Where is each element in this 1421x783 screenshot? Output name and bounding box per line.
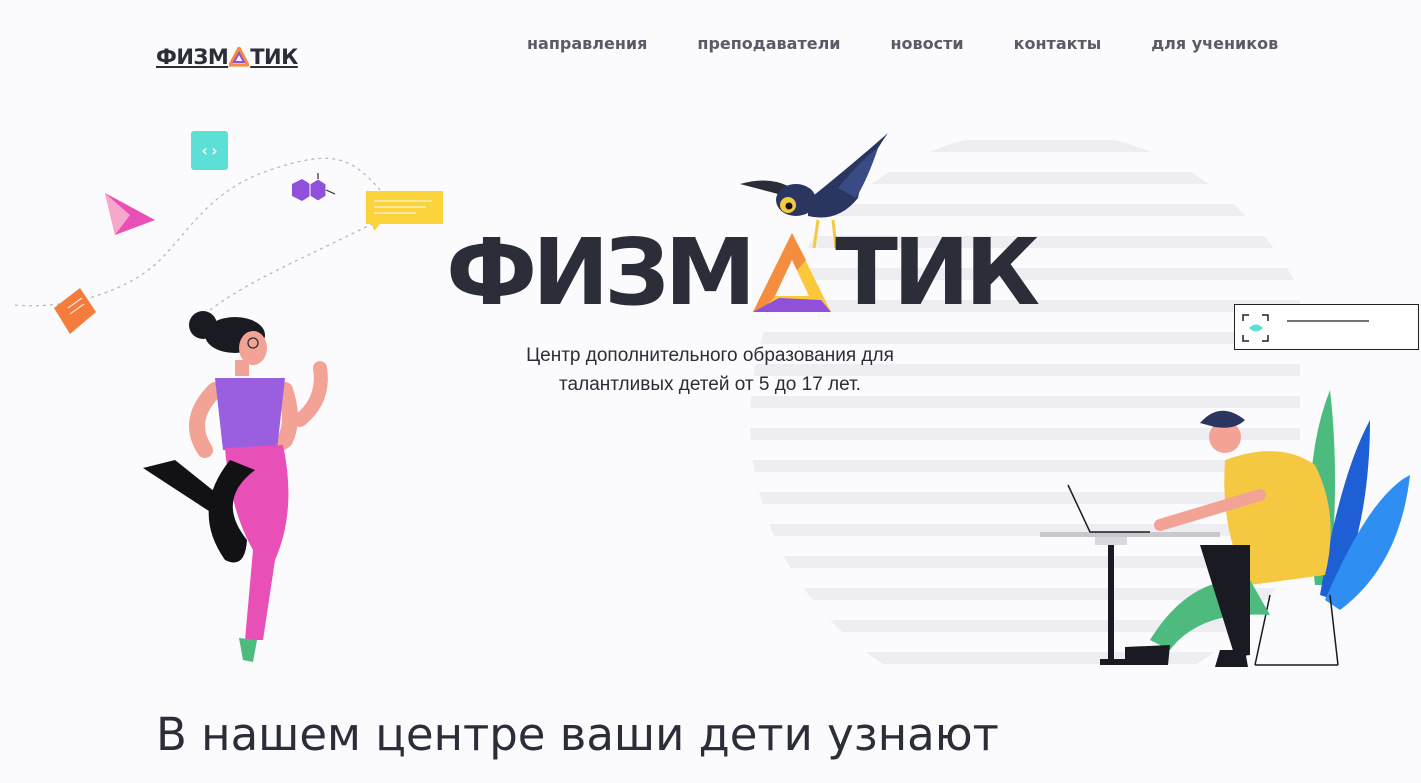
tagline-line-1: Центр дополнительного образования для (526, 345, 894, 366)
hero-logo: ФИЗМ ТИК (446, 219, 1040, 326)
nav-contacts[interactable]: контакты (1014, 34, 1102, 54)
man-laptop-illustration (1040, 390, 1410, 667)
scan-frame-icon (1234, 304, 1419, 350)
prism-icon (105, 193, 155, 235)
tagline-line-2: талантливых детей от 5 до 17 лет. (559, 374, 861, 395)
hero-tagline: Центр дополнительного образования для та… (440, 341, 980, 399)
note-icon (366, 191, 443, 231)
code-brackets-icon: ‹› (191, 131, 228, 170)
hero-logo-text-left: ФИЗМ (446, 219, 756, 326)
triangle-logo-icon (229, 47, 250, 67)
logo-text-right: ТИК (250, 45, 298, 69)
triangle-logo-icon (753, 233, 832, 312)
section-title: В нашем центре ваши дети узнают (156, 708, 999, 761)
nav-directions[interactable]: направления (527, 34, 647, 54)
nav-students[interactable]: для учеников (1151, 34, 1278, 54)
nav-news[interactable]: новости (891, 34, 964, 54)
main-nav: направления преподаватели новости контак… (527, 34, 1278, 54)
molecule-icon (292, 173, 336, 202)
woman-illustration (143, 311, 328, 662)
header-logo[interactable]: ФИЗМ ТИК (156, 44, 298, 70)
logo-text-left: ФИЗМ (156, 45, 229, 69)
page: ФИЗМ ТИК направления преподаватели новос… (0, 0, 1421, 783)
orange-card-icon (54, 288, 96, 334)
nav-teachers[interactable]: преподаватели (697, 34, 840, 54)
hero-logo-text-right: ТИК (835, 219, 1040, 326)
